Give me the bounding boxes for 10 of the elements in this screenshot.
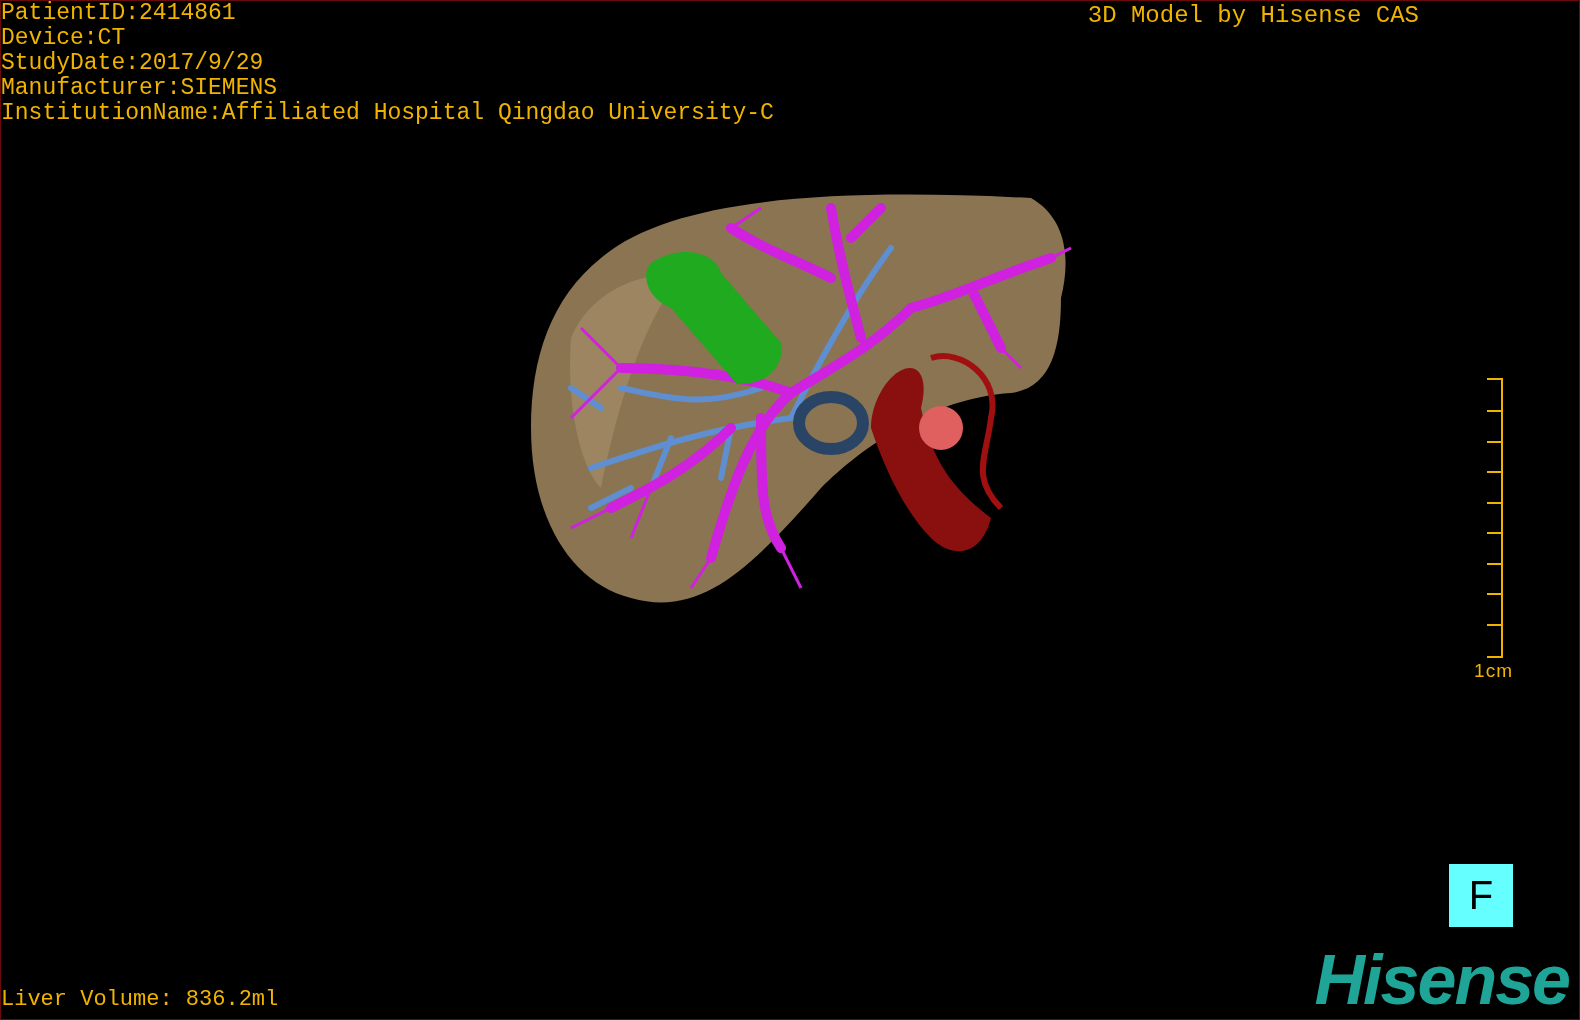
viewer-title: 3D Model by Hisense CAS [1087,1,1419,31]
view-orientation-button[interactable]: F [1449,864,1513,927]
patient-info-line: Manufacturer:SIEMENS [1,76,279,101]
patient-info-line: StudyDate:2017/9/29 [1,51,265,76]
patient-info-line: Device:CT [1,26,127,51]
liver-volume-text: Liver Volume: 836.2ml [1,987,279,1013]
brand-logo: Hisense [1314,941,1570,1019]
scale-label: 1cm [1474,660,1513,682]
patient-info-line: PatientID:2414861 [1,1,237,26]
patient-info-line: InstitutionName:Affiliated Hospital Qingdao University-C [1,101,774,126]
